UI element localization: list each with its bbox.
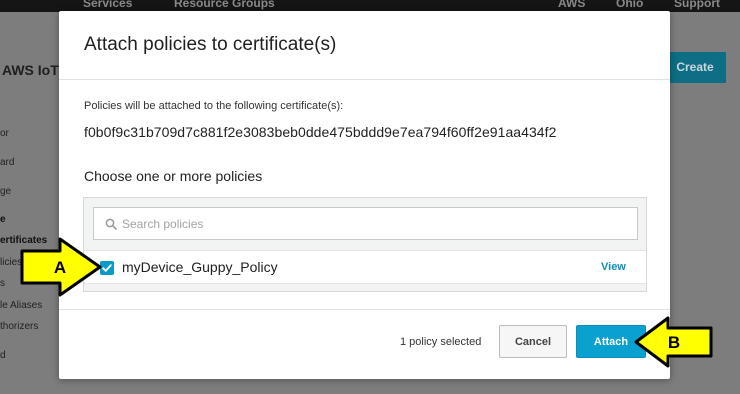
search-field	[93, 207, 638, 240]
checkmark-icon	[102, 264, 112, 272]
annotation-label-a: A	[54, 258, 66, 277]
services-menu[interactable]: Services	[83, 0, 132, 10]
aws-account-menu[interactable]: AWS	[558, 0, 585, 10]
policy-checkbox[interactable]	[100, 261, 114, 275]
sidebar-item[interactable]: s	[0, 278, 5, 289]
policy-name: myDevice_Guppy_Policy	[122, 259, 278, 275]
dialog-header: Attach policies to certificate(s)	[59, 11, 670, 80]
aws-iot-title: AWS IoT	[2, 62, 59, 78]
choose-policies-label: Choose one or more policies	[84, 168, 263, 184]
selected-count: 1 policy selected	[400, 336, 482, 348]
view-policy-link[interactable]: View	[601, 261, 626, 273]
certificate-info-label: Policies will be attached to the followi…	[84, 100, 344, 112]
sidebar-item-policies[interactable]: licies	[0, 257, 22, 268]
sidebar-item[interactable]: thorizers	[0, 321, 38, 332]
region-menu[interactable]: Ohio	[616, 0, 643, 10]
policy-row[interactable]: myDevice_Guppy_Policy View	[84, 250, 646, 284]
sidebar-item[interactable]: le Aliases	[0, 300, 42, 311]
support-menu[interactable]: Support	[674, 0, 720, 10]
dialog-title: Attach policies to certificate(s)	[84, 34, 337, 55]
sidebar-item[interactable]: ard	[0, 157, 14, 168]
attach-policies-dialog: Attach policies to certificate(s) Polici…	[59, 11, 670, 379]
certificate-id: f0b0f9c31b709d7c881f2e3083beb0dde475bddd…	[84, 124, 557, 140]
search-policies-input[interactable]	[122, 208, 632, 239]
annotation-arrow-b: B	[634, 316, 713, 368]
policy-list-panel: myDevice_Guppy_Policy View	[83, 197, 647, 292]
resource-groups-menu[interactable]: Resource Groups	[174, 0, 275, 10]
annotation-label-b: B	[668, 333, 680, 352]
dialog-footer: 1 policy selected Cancel Attach	[59, 309, 670, 379]
annotation-arrow-a: A	[20, 237, 102, 297]
search-icon	[105, 218, 117, 230]
cancel-button[interactable]: Cancel	[499, 325, 567, 358]
sidebar-item[interactable]: d	[0, 350, 6, 361]
sidebar-item[interactable]: e	[0, 214, 6, 225]
sidebar-item[interactable]: or	[0, 128, 9, 139]
sidebar-item[interactable]: ge	[0, 186, 11, 197]
create-button[interactable]: Create	[664, 52, 726, 83]
